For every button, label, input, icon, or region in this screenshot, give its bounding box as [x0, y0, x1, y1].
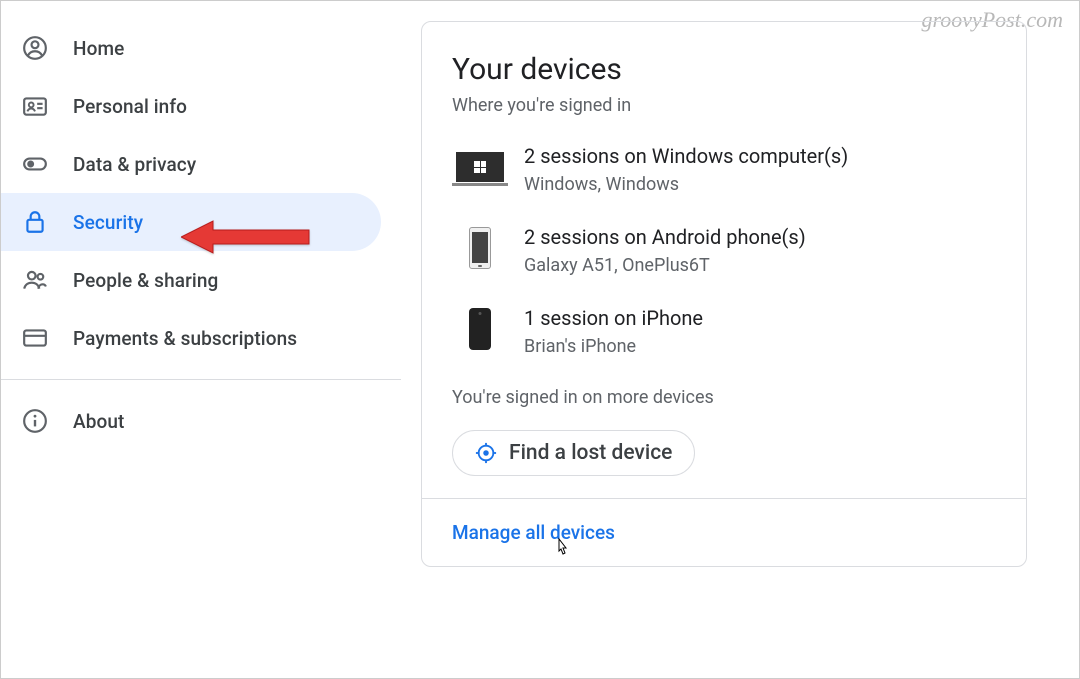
toggle-icon: [21, 150, 49, 178]
iphone-icon: [452, 306, 508, 352]
sidebar-divider: [1, 379, 401, 380]
target-icon: [475, 442, 497, 464]
manage-all-devices-link[interactable]: Manage all devices: [452, 521, 615, 544]
device-detail: Galaxy A51, OnePlus6T: [524, 255, 806, 276]
find-button-label: Find a lost device: [509, 441, 672, 465]
arrow-annotation: [181, 217, 311, 257]
card-icon: [21, 324, 49, 352]
device-row-windows[interactable]: 2 sessions on Windows computer(s) Window…: [452, 144, 996, 195]
id-card-icon: [21, 92, 49, 120]
device-row-android[interactable]: 2 sessions on Android phone(s) Galaxy A5…: [452, 225, 996, 276]
find-lost-device-button[interactable]: Find a lost device: [452, 430, 695, 476]
sidebar-item-label: Security: [73, 211, 143, 234]
more-devices-text: You're signed in on more devices: [452, 387, 996, 408]
cursor-icon: [554, 537, 570, 561]
sidebar-item-label: Payments & subscriptions: [73, 327, 297, 350]
device-title: 2 sessions on Android phone(s): [524, 225, 806, 249]
device-detail: Windows, Windows: [524, 174, 848, 195]
card-subtitle: Where you're signed in: [452, 95, 996, 116]
device-row-iphone[interactable]: 1 session on iPhone Brian's iPhone: [452, 306, 996, 357]
sidebar-item-about[interactable]: About: [1, 392, 381, 450]
your-devices-card: Your devices Where you're signed in 2 se…: [421, 21, 1027, 567]
device-title: 1 session on iPhone: [524, 306, 703, 330]
sidebar-item-data-privacy[interactable]: Data & privacy: [1, 135, 381, 193]
card-title: Your devices: [452, 52, 996, 87]
sidebar-item-people-sharing[interactable]: People & sharing: [1, 251, 381, 309]
sidebar-item-personal-info[interactable]: Personal info: [1, 77, 381, 135]
sidebar-item-home[interactable]: Home: [1, 19, 381, 77]
lock-icon: [21, 208, 49, 236]
android-phone-icon: [452, 225, 508, 271]
people-icon: [21, 266, 49, 294]
device-title: 2 sessions on Windows computer(s): [524, 144, 848, 168]
home-icon: [21, 34, 49, 62]
device-detail: Brian's iPhone: [524, 336, 703, 357]
sidebar-nav: Home Personal info Data & privacy Securi…: [1, 1, 401, 678]
sidebar-item-label: People & sharing: [73, 269, 218, 292]
sidebar-item-label: Home: [73, 37, 124, 60]
sidebar-item-label: About: [73, 410, 124, 433]
info-icon: [21, 407, 49, 435]
laptop-icon: [452, 144, 508, 190]
sidebar-item-label: Personal info: [73, 95, 187, 118]
sidebar-item-payments[interactable]: Payments & subscriptions: [1, 309, 381, 367]
sidebar-item-label: Data & privacy: [73, 153, 196, 176]
